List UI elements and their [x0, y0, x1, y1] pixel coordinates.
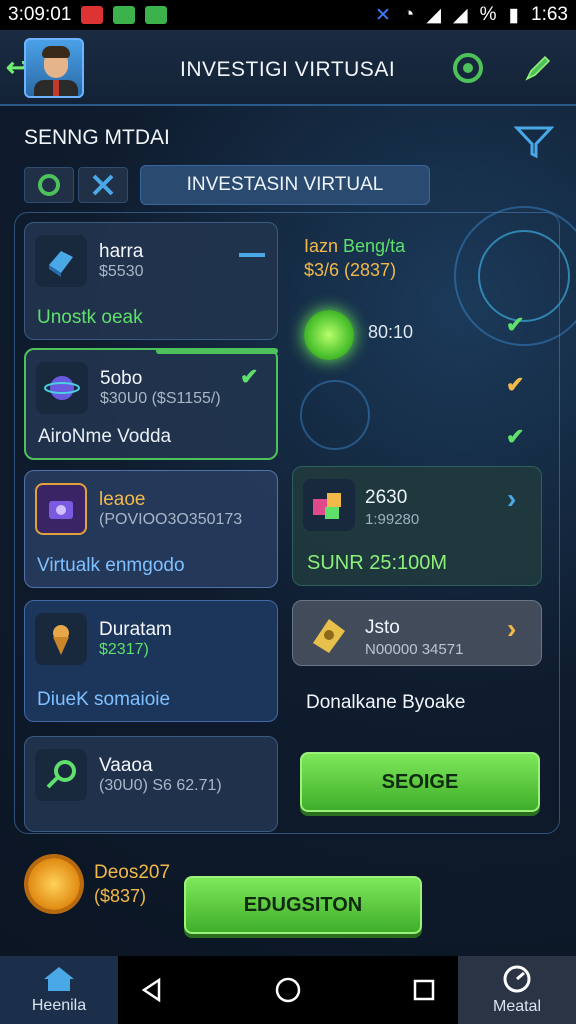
primary-action-button[interactable]: SEOIGE — [300, 752, 540, 812]
card-value: $5530 — [99, 263, 144, 280]
right-panel-value: $3/6 (2837) — [304, 260, 397, 280]
check-icon: ✔ — [506, 312, 525, 337]
decor-ring — [300, 380, 370, 450]
card-title: leaoe — [99, 489, 146, 510]
nav-home-label: Heenila — [31, 997, 87, 1014]
status-time: 3:09:01 — [8, 4, 72, 25]
check-icon: ✔ — [506, 372, 525, 397]
tools-button[interactable] — [78, 167, 128, 203]
card-title: Vaaoa — [99, 755, 153, 776]
card-value: (30U0) S6 62.71) — [99, 777, 222, 794]
card-title: 2630 — [365, 487, 408, 508]
right-title-part2: Beng/ta — [343, 236, 406, 256]
timer-text: 80:10 — [368, 322, 414, 342]
app-header: ↩ INVESTIGI VIRTUSAI — [0, 30, 576, 106]
signal-icon: ◢ — [453, 4, 468, 26]
secondary-action-button[interactable]: EDUGSITON — [184, 876, 422, 934]
home-icon — [44, 967, 74, 991]
card-title: 5obo — [100, 368, 143, 389]
card-value: (POVIOO3O350173 — [99, 511, 243, 528]
notification-icon — [113, 6, 136, 24]
refresh-icon[interactable] — [450, 50, 486, 86]
filter-icon[interactable] — [513, 124, 555, 165]
right-title-part1: Iazn — [304, 236, 344, 256]
planet-icon — [36, 362, 88, 414]
tab-virtual-investment[interactable]: INVESTASIN VIRTUAL — [140, 165, 430, 205]
chevron-right-icon[interactable]: › — [507, 613, 516, 645]
ticket-icon — [307, 613, 351, 662]
chevron-right-icon[interactable]: › — [507, 483, 516, 515]
card-footer: Unostk oeak — [37, 307, 143, 328]
page-title: INVESTIGI VIRTUSAI — [180, 58, 396, 81]
card-footer: AiroNme Vodda — [38, 426, 172, 447]
right-panel-title: Iazn Beng/ta — [304, 236, 405, 257]
progress-bar — [156, 348, 278, 354]
cubes-icon — [303, 479, 355, 531]
wifi-icon: ◔ — [402, 4, 415, 25]
minus-icon[interactable] — [239, 253, 265, 257]
card-title: harra — [99, 241, 144, 262]
back-icon[interactable] — [136, 974, 168, 1006]
edit-icon[interactable] — [520, 50, 556, 86]
card-value: 1:99280 — [365, 511, 420, 528]
notification-icon — [81, 6, 104, 24]
investment-card[interactable]: Jsto N00000 34571 › — [292, 600, 542, 666]
trophy-icon — [35, 613, 87, 665]
notification-icon — [145, 6, 168, 24]
check-icon: ✔ — [506, 424, 525, 449]
coin-balance: Deos207 — [94, 862, 171, 883]
card-footer: Donalkane Byoake — [306, 692, 466, 713]
card-title: Jsto — [365, 617, 400, 638]
chip-icon — [35, 235, 87, 287]
card-footer: DiueK somaioie — [37, 689, 171, 710]
decor-ring — [478, 230, 570, 322]
card-footer: Virtualk enmgodo — [37, 555, 185, 576]
investment-card[interactable]: harra $5530 Unostk oeak — [24, 222, 278, 340]
bluetooth-icon: ✕ — [374, 4, 391, 26]
investment-card[interactable]: Duratam $2317) DiueK somaioie — [24, 600, 278, 722]
status-orb-icon[interactable] — [304, 310, 354, 360]
card-footer: SUNR 25:100M — [307, 552, 448, 574]
card-value: $2317) — [99, 641, 149, 658]
home-circle-icon[interactable] — [272, 974, 304, 1006]
card-title: Duratam — [99, 619, 172, 640]
bottom-navigation: Heenila Meatal — [0, 956, 576, 1024]
investment-card[interactable]: 2630 1:99280 SUNR 25:100M › — [292, 466, 542, 586]
battery-icon: ▮ — [508, 4, 520, 26]
investment-card[interactable]: Vaaoa (30U0) S6 62.71) — [24, 736, 278, 832]
section-title: SENNG MTDAI — [24, 126, 170, 149]
nav-menu-label: Meatal — [492, 998, 542, 1015]
investment-card[interactable]: leaoe (POVIOO3O350173 Virtualk enmgodo — [24, 470, 278, 588]
status-clock: 1:63 — [531, 4, 568, 25]
box-icon — [35, 483, 87, 535]
status-bar: 3:09:01 ✕ ◔ ◢ ◢ % ▮ 1:63 — [0, 0, 576, 30]
card-value: N00000 34571 — [365, 641, 464, 658]
gauge-icon — [503, 965, 531, 993]
nav-home[interactable]: Heenila — [0, 956, 118, 1024]
avatar[interactable] — [24, 38, 84, 98]
investment-card[interactable]: 5obo $30U0 ($S1155/) AiroNme Vodda ✔ — [24, 348, 278, 460]
nav-menu[interactable]: Meatal — [458, 956, 576, 1024]
coin-icon — [28, 858, 80, 910]
recents-icon[interactable] — [408, 974, 440, 1006]
signal-icon: ◢ — [426, 4, 442, 26]
key-icon — [35, 749, 87, 801]
check-icon: ✔ — [240, 364, 259, 389]
card-value: $30U0 ($S1155/) — [100, 390, 221, 407]
battery-label: % — [479, 4, 497, 25]
toggle-button[interactable] — [24, 167, 74, 203]
coin-value: ($837) — [94, 886, 147, 906]
